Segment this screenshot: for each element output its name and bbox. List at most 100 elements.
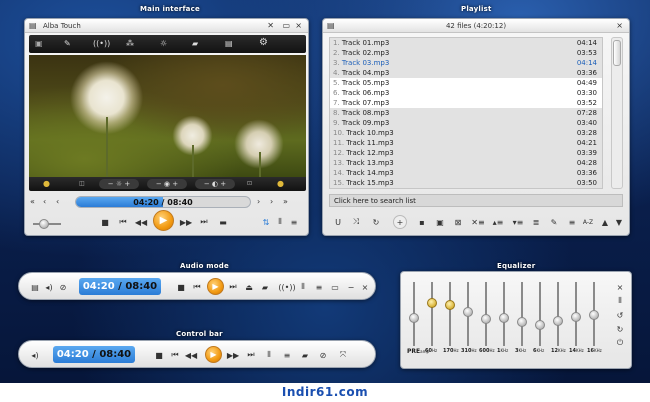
close-icon[interactable]: ×: [295, 21, 302, 31]
broadcast-icon[interactable]: ((•)): [93, 39, 110, 49]
audio-play-button[interactable]: ▶: [207, 278, 224, 295]
scrollbar-thumb[interactable]: [613, 40, 621, 66]
balance-knob-icon[interactable]: ●: [277, 179, 284, 189]
sort-icon[interactable]: ≣: [529, 214, 543, 230]
audio-next-button[interactable]: ⏭: [227, 280, 239, 294]
control-next-button[interactable]: ⏭: [245, 348, 257, 362]
playlist-row[interactable]: 11. Track 11.mp3 04:21: [330, 138, 602, 148]
eq-slider-knob[interactable]: [481, 314, 491, 325]
playlist-row[interactable]: 1. Track 01.mp3 04:14: [330, 38, 602, 48]
scroll-up-icon[interactable]: ▲: [599, 214, 611, 230]
control-disc-button[interactable]: ⊘: [317, 348, 329, 362]
playlist-row[interactable]: 7. Track 07.mp3 03:52: [330, 98, 602, 108]
brightness-stepper[interactable]: − ☼ +: [99, 179, 139, 189]
control-previous-button[interactable]: ⏮: [169, 348, 181, 362]
audio-close-icon[interactable]: ×: [359, 280, 371, 294]
minimize-icon[interactable]: ▭: [282, 21, 290, 31]
open-file-button[interactable]: ▬: [217, 215, 229, 229]
audio-open-button[interactable]: ▰: [259, 280, 271, 294]
open-folder-icon[interactable]: ▰: [192, 39, 198, 49]
eq-slider-track[interactable]: [521, 282, 523, 346]
eq-slider-knob[interactable]: [517, 316, 527, 327]
track-list[interactable]: 1. Track 01.mp3 04:14 2. Track 02.mp3 03:53…: [329, 37, 603, 189]
playlist-close-icon[interactable]: ×: [616, 21, 623, 31]
eq-close-icon[interactable]: ×: [615, 282, 625, 292]
refresh-icon[interactable]: ↻: [369, 214, 383, 230]
eq-power-icon[interactable]: ⏻: [615, 338, 625, 348]
playlist-row[interactable]: 13. Track 13.mp3 04:28: [330, 158, 602, 168]
playlist-search-input[interactable]: Click here to search list: [329, 194, 623, 207]
move-up-icon[interactable]: ▴≡: [491, 214, 505, 230]
volume-knob[interactable]: [39, 219, 49, 229]
control-step-button[interactable]: ⦀: [263, 348, 275, 362]
control-rewind-button[interactable]: ◀◀: [185, 348, 197, 362]
contrast-stepper[interactable]: − ◐ +: [195, 179, 235, 189]
control-volume-icon[interactable]: ◂): [29, 348, 41, 362]
eq-slider-knob[interactable]: [463, 307, 473, 318]
eq-slider-knob[interactable]: [445, 299, 455, 310]
audio-mute-icon[interactable]: ⊘: [57, 280, 69, 294]
audio-volume-icon[interactable]: ◂): [43, 280, 55, 294]
stop-button[interactable]: ■: [99, 215, 111, 229]
eq-slider-knob[interactable]: [499, 312, 509, 323]
brightness-icon[interactable]: ☼: [160, 39, 167, 49]
audio-broadcast-icon[interactable]: ((•)): [278, 280, 295, 294]
playlist-row[interactable]: 6. Track 06.mp3 03:30: [330, 88, 602, 98]
eq-slider-track[interactable]: [557, 282, 559, 346]
playlist-toggle-icon[interactable]: ▣: [35, 39, 43, 49]
next-button[interactable]: ⏭: [198, 215, 210, 229]
playlist-row[interactable]: 5. Track 05.mp3 04:49: [330, 78, 602, 88]
eq-slider-track[interactable]: [449, 282, 451, 346]
playlist-row[interactable]: 3. Track 03.mp3 04:14: [330, 58, 602, 68]
add-folder-icon[interactable]: ▣: [433, 214, 447, 230]
equalizer-button[interactable]: ⦀: [275, 215, 285, 229]
eq-slider-knob[interactable]: [427, 297, 437, 308]
app-menu-icon[interactable]: ▤: [29, 21, 37, 31]
playlist-row[interactable]: 10. Track 10.mp3 03:28: [330, 128, 602, 138]
color-circles-icon[interactable]: ⁂: [126, 39, 134, 49]
film-icon[interactable]: ▤: [225, 39, 233, 49]
repeat-icon[interactable]: U: [331, 214, 345, 230]
edit-tag-icon[interactable]: ✎: [547, 214, 561, 230]
audio-menu-icon[interactable]: ▤: [29, 280, 41, 294]
volume-knob-icon[interactable]: ●: [43, 179, 50, 189]
eq-slider-knob[interactable]: [409, 312, 419, 323]
menu-button[interactable]: ≡: [289, 215, 299, 229]
add-icon[interactable]: +: [393, 215, 407, 229]
rewind-fast-icon[interactable]: «: [30, 197, 35, 207]
subtitle-icon[interactable]: ⊡: [247, 179, 252, 189]
control-fullscreen-icon[interactable]: ⤧: [337, 348, 349, 362]
eq-slider-knob[interactable]: [571, 312, 581, 323]
rewind-icon[interactable]: ‹: [43, 197, 46, 207]
audio-previous-button[interactable]: ⏮: [191, 280, 203, 294]
saturation-stepper[interactable]: − ◉ +: [147, 179, 187, 189]
audio-minimize-icon[interactable]: −: [345, 280, 357, 294]
control-open-button[interactable]: ▰: [299, 348, 311, 362]
playlist-row[interactable]: 14. Track 14.mp3 03:36: [330, 168, 602, 178]
swap-button[interactable]: ⇅: [261, 215, 271, 229]
playlist-options-icon[interactable]: ≡: [565, 214, 579, 230]
sort-az-icon[interactable]: A-Z: [581, 214, 595, 230]
brush-icon[interactable]: ✎: [64, 39, 71, 49]
eq-presets-icon[interactable]: ⦀: [615, 296, 625, 306]
seek-bar[interactable]: 04:20 / 08:40: [75, 196, 251, 208]
playlist-row[interactable]: 2. Track 02.mp3 03:53: [330, 48, 602, 58]
control-play-button[interactable]: ▶: [205, 346, 222, 363]
eq-reset-icon[interactable]: ↺: [615, 310, 625, 320]
control-forward-button[interactable]: ▶▶: [227, 348, 239, 362]
eq-load-icon[interactable]: ↻: [615, 324, 625, 334]
eq-slider-knob[interactable]: [535, 319, 545, 330]
eq-slider-track[interactable]: [539, 282, 541, 346]
forward-fast-icon[interactable]: »: [283, 197, 288, 207]
audio-skin-icon[interactable]: ▭: [329, 280, 341, 294]
move-down-icon[interactable]: ▾≡: [511, 214, 525, 230]
resize-icon[interactable]: ✕: [267, 21, 274, 31]
audio-playlist-icon[interactable]: ≡: [313, 280, 325, 294]
playlist-row[interactable]: 12. Track 12.mp3 03:39: [330, 148, 602, 158]
scroll-down-icon[interactable]: ▼: [613, 214, 625, 230]
audio-equalizer-icon[interactable]: ⦀: [297, 280, 309, 294]
control-stop-button[interactable]: ■: [153, 348, 165, 362]
eq-slider-track[interactable]: [431, 282, 433, 346]
eq-slider-knob[interactable]: [589, 310, 599, 320]
add-file-icon[interactable]: ▪: [415, 214, 429, 230]
